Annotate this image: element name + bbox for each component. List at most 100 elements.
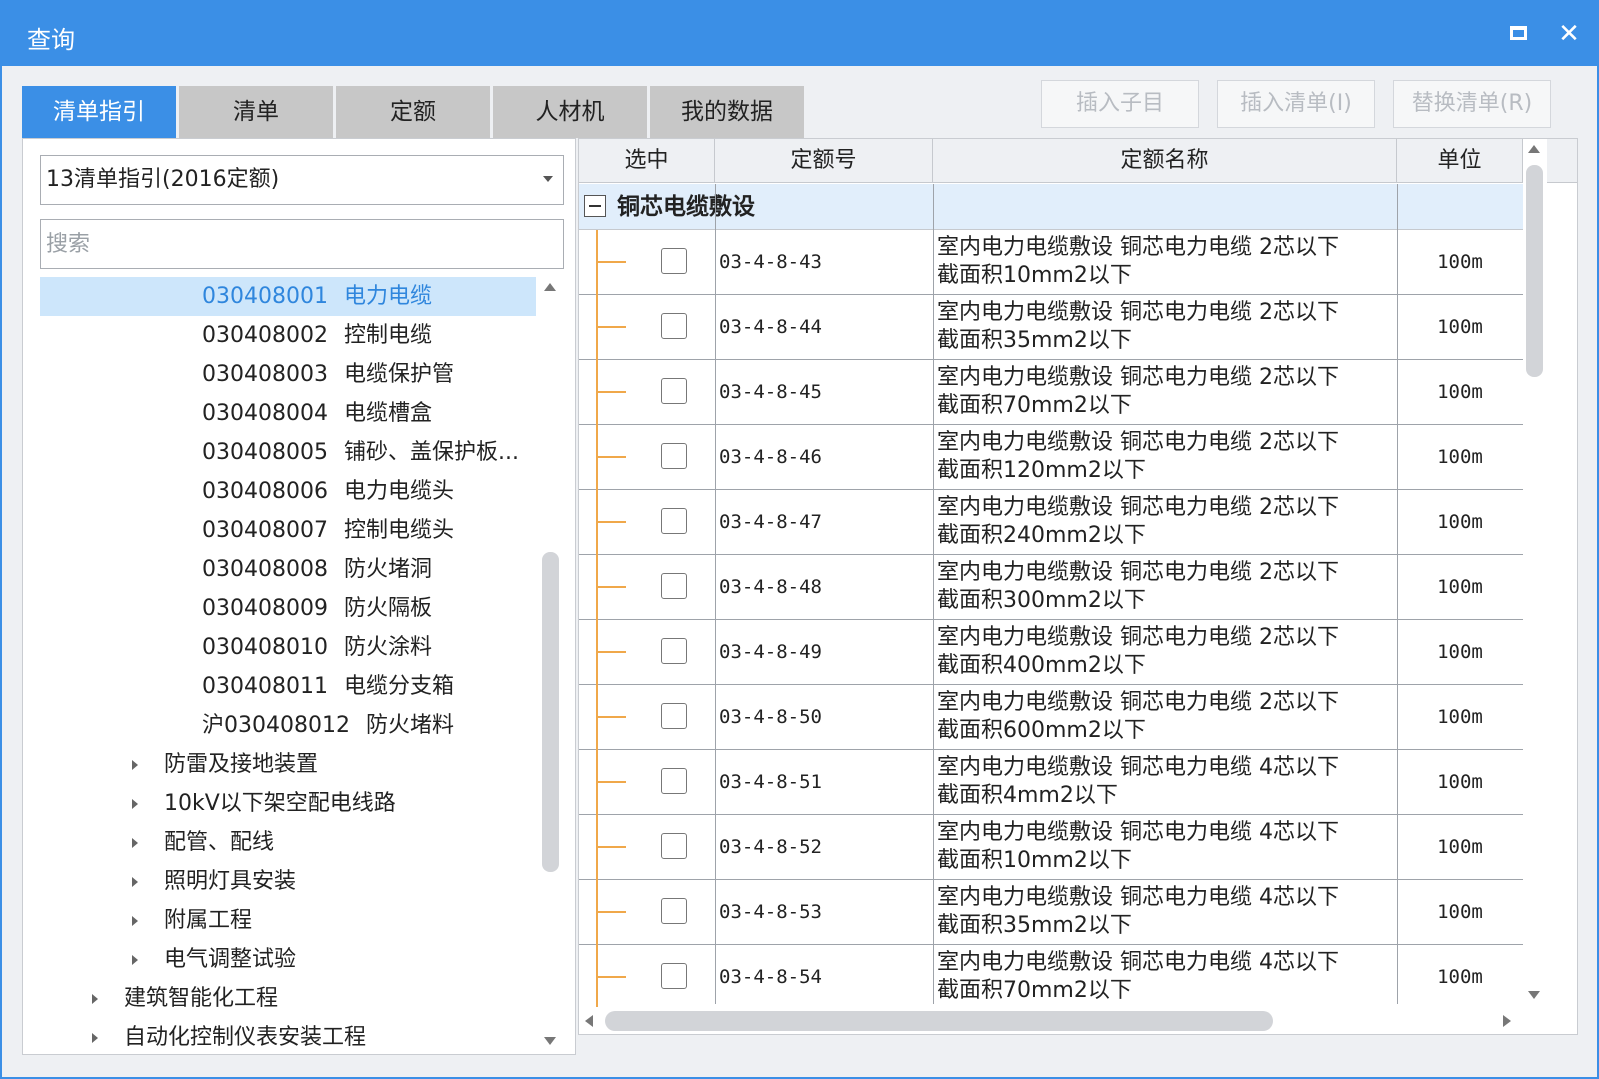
item-name: 控制电缆 [343, 323, 432, 348]
item-code: 030408005 [202, 440, 328, 465]
tree-item[interactable]: 030408004 电缆槽盒 [40, 394, 536, 433]
table-row[interactable]: 03-4-8-54 室内电力电缆敷设 铜芯电力电缆 4芯以下 截面积70mm2以下 1… [579, 945, 1523, 1010]
row-checkbox[interactable] [661, 833, 687, 859]
expand-arrow-icon[interactable] [132, 877, 138, 887]
row-checkbox[interactable] [661, 378, 687, 404]
insert-child-button[interactable]: 插入子目 [1041, 80, 1199, 128]
column-unit[interactable]: 单位 [1397, 139, 1523, 183]
group-label: 照明灯具安装 [164, 869, 297, 894]
collapse-icon[interactable] [584, 195, 606, 217]
table-row[interactable]: 03-4-8-50 室内电力电缆敷设 铜芯电力电缆 2芯以下 截面积600mm2以下… [579, 685, 1523, 750]
scrollbar-thumb[interactable] [1526, 165, 1543, 377]
group-row: 铜芯电缆敷设 [579, 184, 1523, 230]
grid-vertical-scrollbar[interactable] [1523, 139, 1547, 1007]
guide-library-select[interactable]: 13清单指引(2016定额) [40, 155, 564, 205]
table-row[interactable]: 03-4-8-45 室内电力电缆敷设 铜芯电力电缆 2芯以下 截面积70mm2以下 1… [579, 360, 1523, 425]
tree-line [596, 326, 626, 328]
item-name: 控制电缆头 [343, 518, 454, 543]
row-checkbox[interactable] [661, 703, 687, 729]
quota-name-line1: 室内电力电缆敷设 铜芯电力电缆 2芯以下 [937, 495, 1339, 520]
quota-name-line2: 截面积35mm2以下 [937, 328, 1132, 353]
column-quota-code[interactable]: 定额号 [715, 139, 933, 183]
tree-group[interactable]: 防雷及接地装置 [40, 745, 536, 784]
tab-labor-material-machine[interactable]: 人材机 [493, 86, 647, 138]
column-select[interactable]: 选中 [579, 139, 715, 183]
row-checkbox[interactable] [661, 638, 687, 664]
close-button[interactable]: ✕ [1555, 20, 1583, 48]
scroll-up-icon[interactable] [1528, 145, 1540, 153]
group-label: 10kV以下架空配电线路 [164, 791, 396, 816]
row-checkbox[interactable] [661, 443, 687, 469]
tab-list[interactable]: 清单 [179, 86, 333, 138]
row-checkbox[interactable] [661, 573, 687, 599]
tree-line [596, 911, 626, 913]
table-row[interactable]: 03-4-8-48 室内电力电缆敷设 铜芯电力电缆 2芯以下 截面积300mm2以下… [579, 555, 1523, 620]
query-dialog: 查询 ✕ 清单指引 清单 定额 人材机 我的数据 插入子目 插入清单(I) 替换… [0, 0, 1599, 1079]
tab-list-guide[interactable]: 清单指引 [22, 86, 176, 138]
scrollbar-thumb[interactable] [542, 552, 559, 872]
quota-name: 室内电力电缆敷设 铜芯电力电缆 2芯以下 截面积600mm2以下 [937, 689, 1387, 745]
expand-arrow-icon[interactable] [132, 838, 138, 848]
expand-arrow-icon[interactable] [132, 799, 138, 809]
title-bar[interactable]: 查询 ✕ [2, 2, 1597, 66]
quota-name-line1: 室内电力电缆敷设 铜芯电力电缆 4芯以下 [937, 885, 1339, 910]
tree-item[interactable]: 030408011 电缆分支箱 [40, 667, 536, 706]
scroll-up-icon[interactable] [544, 283, 556, 291]
table-row[interactable]: 03-4-8-53 室内电力电缆敷设 铜芯电力电缆 4芯以下 截面积35mm2以下 1… [579, 880, 1523, 945]
table-row[interactable]: 03-4-8-51 室内电力电缆敷设 铜芯电力电缆 4芯以下 截面积4mm2以下 10… [579, 750, 1523, 815]
expand-arrow-icon[interactable] [132, 916, 138, 926]
row-checkbox[interactable] [661, 313, 687, 339]
tree-item[interactable]: 030408006 电力电缆头 [40, 472, 536, 511]
table-row[interactable]: 03-4-8-49 室内电力电缆敷设 铜芯电力电缆 2芯以下 截面积400mm2以下… [579, 620, 1523, 685]
row-checkbox[interactable] [661, 248, 687, 274]
tree-group[interactable]: 配管、配线 [40, 823, 536, 862]
tree-group[interactable]: 自动化控制仪表安装工程 [40, 1018, 536, 1047]
row-checkbox[interactable] [661, 898, 687, 924]
expand-arrow-icon[interactable] [92, 1033, 98, 1043]
expand-arrow-icon[interactable] [132, 955, 138, 965]
tree-group[interactable]: 附属工程 [40, 901, 536, 940]
expand-arrow-icon[interactable] [132, 760, 138, 770]
quota-name-line2: 截面积70mm2以下 [937, 978, 1132, 1003]
tree-group[interactable]: 照明灯具安装 [40, 862, 536, 901]
table-row[interactable]: 03-4-8-43 室内电力电缆敷设 铜芯电力电缆 2芯以下 截面积10mm2以下 1… [579, 230, 1523, 295]
tree-scrollbar[interactable] [539, 277, 561, 1045]
expand-arrow-icon[interactable] [92, 994, 98, 1004]
row-checkbox[interactable] [661, 508, 687, 534]
tree-group[interactable]: 10kV以下架空配电线路 [40, 784, 536, 823]
quota-name-line2: 截面积10mm2以下 [937, 848, 1132, 873]
tree-item[interactable]: 030408005 铺砂、盖保护板... [40, 433, 536, 472]
tree-group[interactable]: 电气调整试验 [40, 940, 536, 979]
scroll-right-icon[interactable] [1503, 1015, 1511, 1027]
column-quota-name[interactable]: 定额名称 [933, 139, 1397, 183]
table-row[interactable]: 03-4-8-46 室内电力电缆敷设 铜芯电力电缆 2芯以下 截面积120mm2以下… [579, 425, 1523, 490]
scroll-down-icon[interactable] [1528, 991, 1540, 999]
tab-quota[interactable]: 定额 [336, 86, 490, 138]
row-checkbox[interactable] [661, 963, 687, 989]
scroll-down-icon[interactable] [544, 1037, 556, 1045]
table-row[interactable]: 03-4-8-44 室内电力电缆敷设 铜芯电力电缆 2芯以下 截面积35mm2以下 1… [579, 295, 1523, 360]
tree-group[interactable]: 建筑智能化工程 [40, 979, 536, 1018]
replace-list-button[interactable]: 替换清单(R) [1393, 80, 1551, 128]
item-name: 电力电缆头 [343, 479, 454, 504]
table-row[interactable]: 03-4-8-52 室内电力电缆敷设 铜芯电力电缆 4芯以下 截面积10mm2以下 1… [579, 815, 1523, 880]
maximize-button[interactable] [1505, 20, 1533, 48]
grid-horizontal-scrollbar[interactable] [579, 1007, 1523, 1034]
search-input[interactable] [40, 219, 564, 269]
tree-item[interactable]: 沪030408012 防火堵料 [40, 706, 536, 745]
tree-item[interactable]: 030408007 控制电缆头 [40, 511, 536, 550]
insert-list-button[interactable]: 插入清单(I) [1217, 80, 1375, 128]
tree-item[interactable]: 030408001 电力电缆 [40, 277, 536, 316]
tree-item[interactable]: 030408008 防火堵洞 [40, 550, 536, 589]
scrollbar-thumb[interactable] [605, 1011, 1273, 1031]
tree-item[interactable]: 030408003 电缆保护管 [40, 355, 536, 394]
tab-my-data[interactable]: 我的数据 [650, 86, 804, 138]
scroll-left-icon[interactable] [585, 1015, 593, 1027]
tree-item[interactable]: 030408010 防火涂料 [40, 628, 536, 667]
row-checkbox[interactable] [661, 768, 687, 794]
tree-item[interactable]: 030408002 控制电缆 [40, 316, 536, 355]
item-name: 电缆分支箱 [343, 674, 454, 699]
tree-item[interactable]: 030408009 防火隔板 [40, 589, 536, 628]
table-row[interactable]: 03-4-8-47 室内电力电缆敷设 铜芯电力电缆 2芯以下 截面积240mm2以下… [579, 490, 1523, 555]
window-title: 查询 [27, 26, 75, 54]
